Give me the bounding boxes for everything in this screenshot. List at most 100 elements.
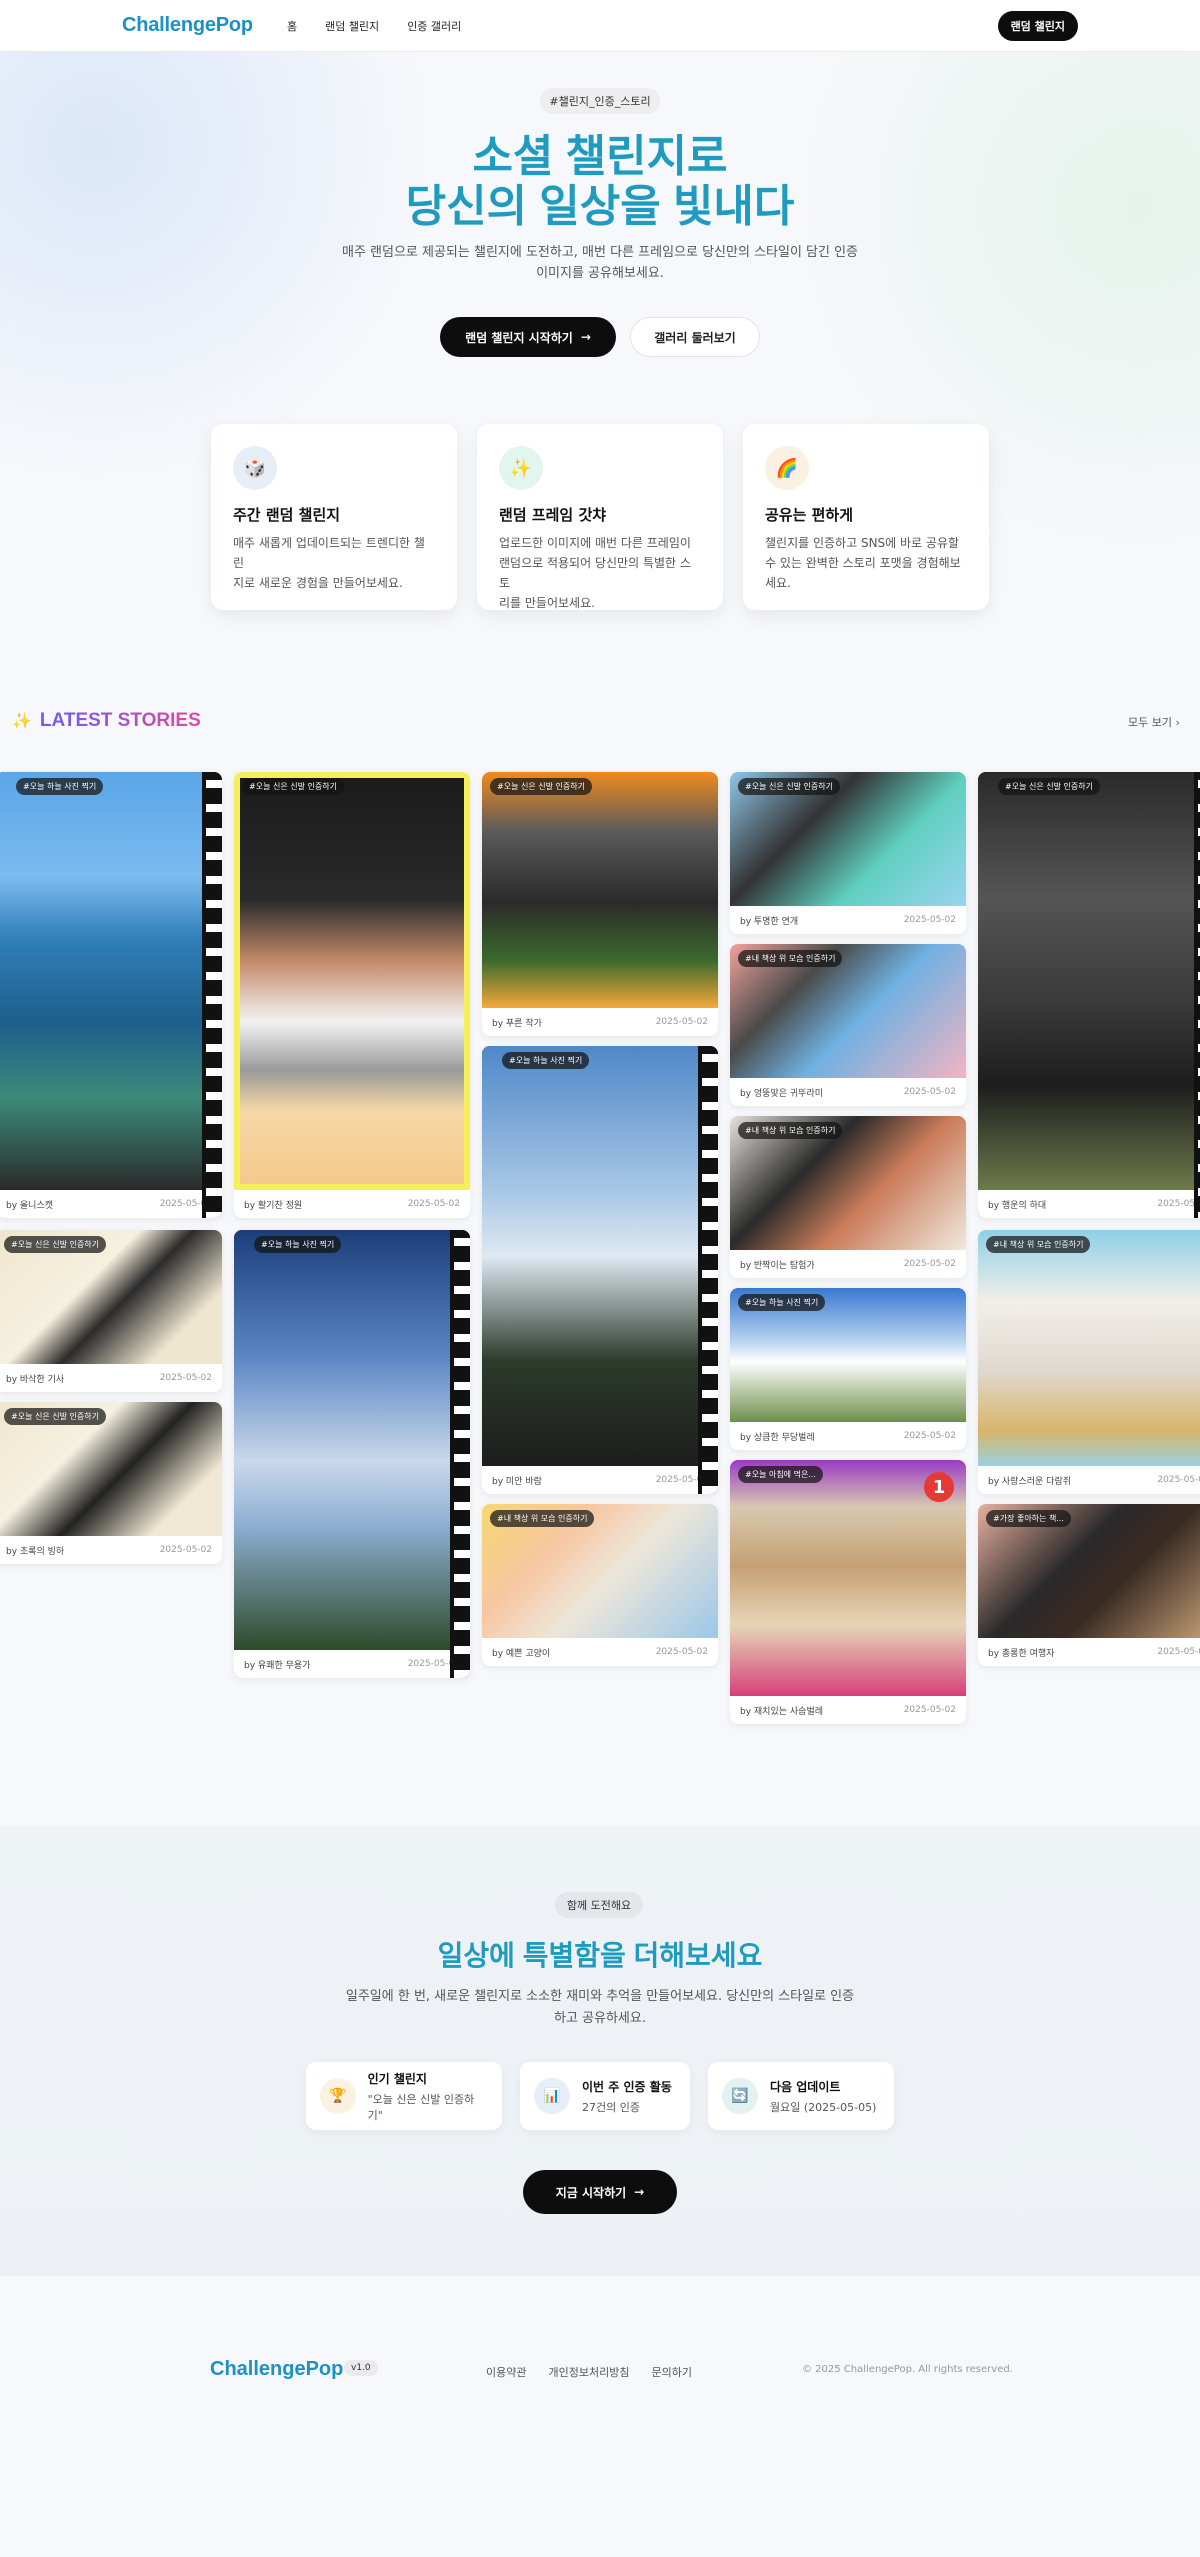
story-card[interactable]: #오늘 신은 신발 인증하기 by 초록의 빙하 2025-05-02 <box>0 1402 222 1564</box>
version-badge: v1.0 <box>344 2360 378 2376</box>
notification-badge: 1 <box>924 1472 954 1502</box>
challenge-subtitle-line1: 일주일에 한 번, 새로운 챌린지로 소소한 재미와 추억을 만들어보세요. 당… <box>345 1989 855 2004</box>
feature-desc-line: 리를 만들어보세요. <box>499 596 595 610</box>
start-random-challenge-label: 랜덤 챌린지 시작하기 <box>465 330 573 345</box>
feature-card-frame: ✨ 랜덤 프레임 갓챠 업로드한 이미지에 매번 다른 프레임이 랜덤으로 적용… <box>477 424 723 610</box>
story-tag: #오늘 하늘 사진 찍기 <box>254 1236 342 1253</box>
story-meta: by 바삭한 기사 2025-05-02 <box>0 1364 222 1392</box>
feature-desc-line: 수 있는 완벽한 스토리 포맷을 경험해보 <box>765 556 961 570</box>
feature-title: 공유는 편하게 <box>765 506 854 524</box>
story-meta: by 유쾌한 무용가 2025-05-02 <box>234 1650 470 1678</box>
sparkles-icon: ✨ <box>499 446 543 490</box>
story-tag: #내 책상 위 모습 인증하기 <box>738 1122 843 1139</box>
story-meta: by 엉뚱맞은 귀뚜라미 2025-05-02 <box>730 1078 966 1106</box>
story-card[interactable]: #오늘 신은 신발 인증하기 by 바삭한 기사 2025-05-02 <box>0 1230 222 1392</box>
story-meta: by 미안 바람 2025-05-02 <box>482 1466 718 1494</box>
story-card[interactable]: #가장 좋아하는 책... by 총롱한 여행자 2025-05-0 <box>978 1504 1200 1666</box>
story-card[interactable]: #내 책상 위 모습 인증하기 by 반짝이는 탐험가 2025-05-02 <box>730 1116 966 1278</box>
logo[interactable]: ChallengePop <box>122 14 253 37</box>
story-date: 2025-05-02 <box>407 1199 460 1209</box>
story-date: 2025-05-0 <box>1157 1475 1200 1485</box>
story-date: 2025-05-02 <box>407 1659 460 1669</box>
story-tag: #오늘 하늘 사진 찍기 <box>16 778 104 795</box>
hero-section: #챌린지_인증_스토리 소셜 챌린지로 당신의 일상을 빛내다 매주 랜덤으로 … <box>0 52 1200 672</box>
nav-link-random-challenge[interactable]: 랜덤 챌린지 <box>325 18 379 34</box>
story-author: by 푸른 작가 <box>492 1018 542 1029</box>
story-card[interactable]: #내 책상 위 모습 인증하기 by 엉뚱맞은 귀뚜라미 2025-05-02 <box>730 944 966 1106</box>
story-card[interactable]: #내 책상 위 모습 인증하기 by 예쁜 고양이 2025-05-02 <box>482 1504 718 1666</box>
story-meta: by 올니스캣 2025-05-04 <box>0 1190 222 1218</box>
story-card[interactable]: #내 책상 위 모습 인증하기 by 사랑스러운 다람쥐 2025-05-0 <box>978 1230 1200 1494</box>
nav-link-gallery[interactable]: 인증 갤러리 <box>407 18 461 34</box>
see-all-link[interactable]: 모두 보기 › <box>1128 714 1180 730</box>
story-author: by 올니스캣 <box>6 1200 54 1211</box>
story-card[interactable]: #오늘 하늘 사진 찍기 by 올니스캣 2025-05-04 <box>0 772 222 1218</box>
story-date: 2025-05-02 <box>903 1431 956 1441</box>
story-date: 2025-05-02 <box>655 1647 708 1657</box>
footer-link-privacy[interactable]: 개인정보처리방침 <box>548 2364 629 2380</box>
start-now-button[interactable]: 지금 시작하기 → <box>523 2170 677 2214</box>
story-date: 2025-05-0 <box>1157 1199 1200 1209</box>
start-random-challenge-button[interactable]: 랜덤 챌린지 시작하기 → <box>440 317 616 357</box>
story-author: by 유쾌한 무용가 <box>244 1660 311 1671</box>
story-card[interactable]: #오늘 신은 신발 인증하기 by 투명한 연개 2025-05-02 <box>730 772 966 934</box>
trophy-icon: 🏆 <box>320 2078 356 2114</box>
story-meta: by 상큼한 무당벌레 2025-05-02 <box>730 1422 966 1450</box>
footer-link-terms[interactable]: 이용약관 <box>486 2364 526 2380</box>
challenge-subtitle-line2: 하고 공유하세요. <box>554 2011 646 2026</box>
nav-random-challenge-button[interactable]: 랜덤 챌린지 <box>997 10 1078 41</box>
story-image <box>234 1230 470 1650</box>
story-date: 2025-05-02 <box>903 1259 956 1269</box>
story-author: by 엉뚱맞은 귀뚜라미 <box>740 1088 824 1099</box>
story-card[interactable]: #오늘 하늘 사진 찍기 by 상큼한 무당벌레 2025-05-02 <box>730 1288 966 1450</box>
story-image <box>978 772 1200 1190</box>
feature-desc-line: 매주 새롭게 업데이트되는 트렌디한 챌린 <box>233 536 425 570</box>
story-card[interactable]: #오늘 하늘 사진 찍기 by 미안 바람 2025-05-02 <box>482 1046 718 1494</box>
story-date: 2025-05-02 <box>655 1475 708 1485</box>
story-meta: by 초록의 빙하 2025-05-02 <box>0 1536 222 1564</box>
hero-title-line2: 당신의 일상을 빛내다 <box>405 182 795 231</box>
story-card[interactable]: #오늘 신은 신발 인증하기 by 푸른 작가 2025-05-02 <box>482 772 718 1036</box>
story-image <box>482 1046 718 1466</box>
feature-card-share: 🌈 공유는 편하게 챌린지를 인증하고 SNS에 바로 공유할 수 있는 완벽한… <box>743 424 989 610</box>
story-meta: by 예쁜 고양이 2025-05-02 <box>482 1638 718 1666</box>
story-image <box>0 772 222 1190</box>
story-date: 2025-05-02 <box>903 915 956 925</box>
story-card[interactable]: #오늘 하늘 사진 찍기 by 유쾌한 무용가 2025-05-02 <box>234 1230 470 1678</box>
story-tag: #오늘 하늘 사진 찍기 <box>502 1052 590 1069</box>
story-date: 2025-05-02 <box>655 1017 708 1027</box>
hero-subtitle-line2: 이미지를 공유해보세요. <box>536 266 664 281</box>
nav-link-home[interactable]: 홈 <box>287 18 297 34</box>
footer-logo[interactable]: ChallengePop <box>210 2358 343 2381</box>
feature-desc: 매주 새롭게 업데이트되는 트렌디한 챌린 지로 새로운 경험을 만들어보세요. <box>233 533 435 593</box>
story-tag: #내 책상 위 모습 인증하기 <box>490 1510 595 1527</box>
story-date: 2025-05-02 <box>903 1087 956 1097</box>
see-all-label: 모두 보기 <box>1128 716 1172 729</box>
story-date: 2025-05-02 <box>903 1705 956 1715</box>
arrow-right-icon: → <box>580 330 591 344</box>
story-meta: by 재치있는 사슴벌레 2025-05-02 <box>730 1696 966 1724</box>
stat-value: 월요일 (2025-05-05) <box>770 2100 877 2114</box>
challenge-section: 함께 도전해요 일상에 특별함을 더해보세요 일주일에 한 번, 새로운 챌린지… <box>0 1826 1200 2276</box>
footer-links: 이용약관 개인정보처리방침 문의하기 <box>486 2364 692 2380</box>
story-meta: by 활기찬 정원 2025-05-02 <box>234 1190 470 1218</box>
story-card[interactable]: #오늘 신은 신발 인증하기 by 행운의 하대 2025-05-0 <box>978 772 1200 1218</box>
story-tag: #오늘 신은 신발 인증하기 <box>4 1408 106 1425</box>
hero-title: 소셜 챌린지로 당신의 일상을 빛내다 <box>0 132 1200 232</box>
copyright: © 2025 ChallengePop. All rights reserved… <box>802 2364 1013 2375</box>
footer-link-contact[interactable]: 문의하기 <box>651 2364 691 2380</box>
footer: ChallengePop v1.0 이용약관 개인정보처리방침 문의하기 © 2… <box>0 2276 1200 2557</box>
stat-title: 이번 주 인증 활동 <box>582 2079 672 2094</box>
story-tag: #오늘 아침에 먹은... <box>738 1466 823 1483</box>
story-card[interactable]: #오늘 신은 신발 인증하기 by 활기찬 정원 2025-05-02 <box>234 772 470 1218</box>
story-tag: #오늘 신은 신발 인증하기 <box>998 778 1100 795</box>
browse-gallery-button[interactable]: 갤러리 둘러보기 <box>630 317 760 357</box>
story-card[interactable]: #오늘 아침에 먹은... 1 by 재치있는 사슴벌레 2025-05-02 <box>730 1460 966 1724</box>
challenge-subtitle: 일주일에 한 번, 새로운 챌린지로 소소한 재미와 추억을 만들어보세요. 당… <box>335 1986 865 2030</box>
nav-links: 홈 랜덤 챌린지 인증 갤러리 <box>287 18 461 34</box>
story-date: 2025-05-02 <box>159 1373 212 1383</box>
story-author: by 미안 바람 <box>492 1476 542 1487</box>
feature-title: 랜덤 프레임 갓챠 <box>499 506 607 524</box>
hero-title-line1: 소셜 챌린지로 <box>472 132 728 181</box>
story-meta: by 사랑스러운 다람쥐 2025-05-0 <box>978 1466 1200 1494</box>
